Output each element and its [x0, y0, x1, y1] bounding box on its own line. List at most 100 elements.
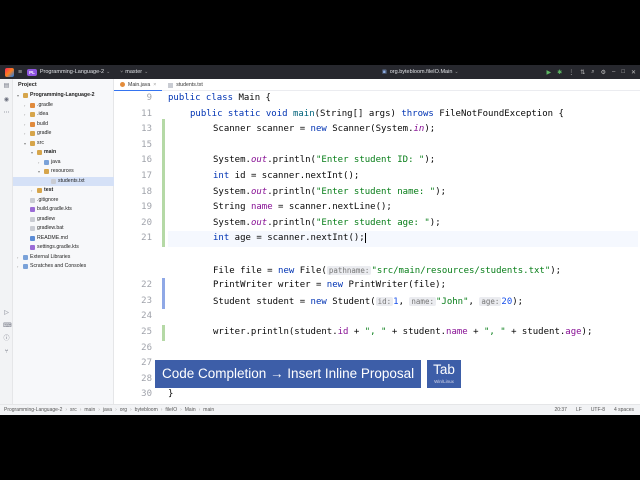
tree-item[interactable]: ▾ resources — [13, 167, 114, 176]
breadcrumb-item[interactable]: main — [203, 407, 214, 413]
settings-icon[interactable]: ⚙ — [601, 69, 606, 76]
editor-tab[interactable]: Main.java × — [114, 79, 163, 91]
close-tab-icon[interactable]: × — [153, 79, 156, 91]
git-icon[interactable]: ⑂ — [3, 349, 10, 356]
file-icon — [30, 207, 35, 212]
line-separator[interactable]: LF — [576, 407, 582, 413]
tree-item[interactable]: build.gradle.kts — [13, 205, 114, 214]
vcs-change-marker[interactable] — [162, 119, 165, 247]
tree-item[interactable]: › Scratches and Consoles — [13, 262, 114, 271]
tree-item-label: Scratches and Consoles — [30, 263, 87, 269]
breadcrumb-item[interactable]: java — [103, 407, 112, 413]
tree-item[interactable]: students.txt — [13, 176, 114, 186]
caret-position[interactable]: 20:37 — [554, 407, 567, 413]
indent-setting[interactable]: 4 spaces — [614, 407, 634, 413]
code-editor[interactable]: Main.java × students.txt 9 11 13 15 16 17 18 19 20… — [114, 79, 640, 404]
debug-icon[interactable]: ✱ — [557, 69, 562, 76]
file-icon — [30, 245, 35, 250]
breadcrumb: Programming-Language-2 › src › main › java › org… — [4, 407, 214, 413]
breadcrumb-item[interactable]: Programming-Language-2 — [4, 407, 62, 413]
ide-logo-icon — [5, 67, 14, 77]
tree-item[interactable]: .gitignore — [13, 196, 114, 205]
maximize-icon[interactable]: □ — [621, 69, 625, 75]
project-name: Programming-Language-2 — [39, 69, 105, 75]
tree-item[interactable]: gradlew.bat — [13, 224, 114, 233]
tree-item[interactable]: ▾ main — [13, 148, 114, 157]
folder-icon — [30, 102, 35, 108]
toolbar-actions: ▶ ✱ ⋮ ⇅ ⌕ ⚙ – □ ✕ — [547, 65, 636, 79]
breadcrumb-item[interactable]: src — [70, 407, 77, 413]
terminal-icon[interactable]: ⌨ — [3, 323, 12, 330]
breadcrumb-separator-icon: › — [180, 407, 182, 413]
file-icon — [30, 197, 35, 203]
code-line: System.out.println("Enter student age: "… — [213, 217, 441, 228]
run-config-name: org.bytebloom.fileIO.Main — [389, 69, 453, 75]
file-encoding[interactable]: UTF-8 — [591, 407, 605, 413]
close-icon[interactable]: ✕ — [631, 69, 636, 76]
project-tool-icon[interactable]: ▤ — [3, 83, 10, 90]
folder-icon — [30, 140, 35, 146]
breadcrumb-separator-icon: › — [160, 407, 163, 413]
code-area[interactable]: public class Main { public static void m… — [168, 91, 638, 404]
code-line: PrintWriter writer = new PrintWriter(fil… — [213, 280, 447, 291]
breadcrumb-item[interactable]: Main — [185, 407, 196, 413]
tree-item[interactable]: ▾ Programming-Language-2 — [13, 91, 114, 100]
breadcrumb-item[interactable]: bytebloom — [135, 407, 158, 413]
search-icon[interactable]: ⌕ — [591, 69, 594, 76]
breadcrumb-separator-icon: › — [65, 407, 68, 413]
tree-item-label: .idea — [37, 111, 49, 117]
problems-icon[interactable]: ⓘ — [3, 336, 10, 343]
vcs-change-marker[interactable] — [162, 325, 165, 341]
code-line: String name = scanner.nextLine(); — [213, 202, 392, 213]
tree-item[interactable]: › External Libraries — [13, 253, 114, 262]
breadcrumb-item[interactable]: main — [84, 407, 95, 413]
tree-item[interactable]: gradlew — [13, 215, 114, 224]
chevron-down-icon: ⌄ — [454, 69, 459, 75]
folder-icon — [23, 93, 28, 98]
run-config-selector[interactable]: ▣ org.bytebloom.fileIO.Main ⌄ — [380, 65, 459, 79]
tree-item-label: .gitignore — [37, 196, 59, 203]
line-number: 21 — [141, 233, 152, 244]
more-actions-icon[interactable]: ⋮ — [568, 69, 574, 76]
editor-tab[interactable]: students.txt — [162, 79, 209, 91]
code-line: } — [168, 389, 174, 400]
tree-item-label: java — [51, 158, 61, 165]
project-switcher[interactable]: PL Programming-Language-2 ⌄ — [27, 68, 110, 76]
main-menu-icon[interactable]: ≡ — [18, 69, 22, 76]
minimize-icon[interactable]: – — [612, 69, 615, 75]
tree-item[interactable]: › .idea — [13, 110, 114, 119]
shortcut-key: Tab Win/Linux — [427, 360, 461, 388]
parameter-hint: pathname: — [326, 265, 372, 275]
tree-item[interactable]: › gradle — [13, 129, 114, 138]
parameter-hint: name: — [409, 296, 436, 306]
branch-switcher[interactable]: ⑂ master ⌄ — [118, 69, 148, 75]
tree-item-label: .gradle — [37, 101, 53, 108]
code-line: Student student = new Student(id: 1, name… — [213, 296, 524, 307]
tree-item[interactable]: › test — [13, 186, 114, 195]
line-number: 15 — [141, 139, 152, 150]
shortcut-platform: Win/Linux — [434, 379, 454, 384]
line-number: 22 — [141, 280, 152, 291]
tree-item[interactable]: › java — [13, 158, 114, 167]
tree-item[interactable]: › .gradle — [13, 101, 114, 110]
run-tool-icon[interactable]: ▷ — [3, 310, 10, 317]
tree-item-label: gradle — [37, 130, 52, 136]
tree-item[interactable]: settings.gradle.kts — [13, 243, 114, 252]
folder-icon — [30, 121, 35, 127]
tree-item[interactable]: › build — [13, 120, 114, 129]
tree-item[interactable]: README.md — [13, 234, 114, 243]
commit-tool-icon[interactable]: ◉ — [3, 97, 10, 104]
vcs-icon[interactable]: ⇅ — [580, 69, 585, 76]
tree-item[interactable]: ▾ src — [13, 139, 114, 148]
breadcrumb-item[interactable]: org — [120, 407, 127, 413]
code-line: writer.println(student.id + ", " + stude… — [213, 327, 593, 337]
file-icon — [30, 216, 35, 222]
breadcrumb-item[interactable]: fileIO — [165, 407, 177, 413]
folder-icon — [44, 169, 49, 174]
line-number: 19 — [141, 202, 152, 213]
structure-tool-icon[interactable]: ⋯ — [3, 110, 10, 117]
vcs-change-marker[interactable] — [162, 278, 165, 310]
run-icon[interactable]: ▶ — [547, 69, 552, 76]
line-number: 9 — [146, 93, 152, 103]
code-line: int id = scanner.nextInt(); — [213, 171, 360, 181]
